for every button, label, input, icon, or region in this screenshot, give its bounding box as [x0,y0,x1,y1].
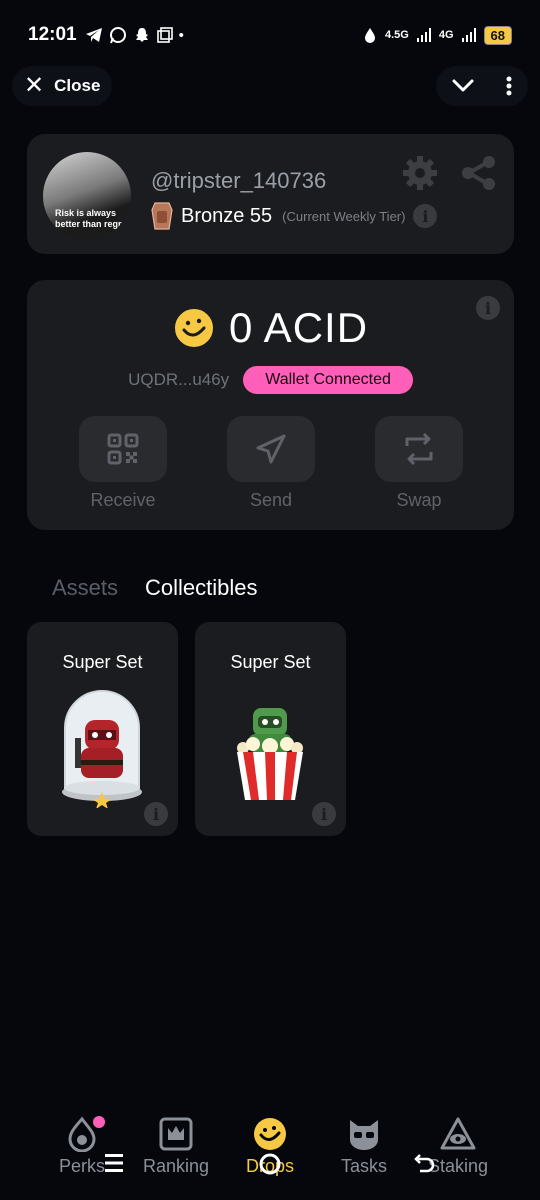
back-icon[interactable] [414,1152,436,1174]
status-bar: 12:01 • 4.5G 4G 68 [0,0,540,70]
avatar[interactable]: Risk is always better than regret [43,152,131,240]
collectible-card[interactable]: Super Set i [195,622,346,836]
gear-icon[interactable] [401,154,439,192]
send-label: Send [249,490,293,510]
telegram-icon [85,28,102,42]
top-right-controls [436,66,528,106]
send-button[interactable]: Send [227,416,315,511]
red-ninja-dome-icon [62,690,142,808]
chevron-down-icon[interactable] [452,79,474,93]
notification-dot [93,1116,105,1128]
send-icon-box [227,416,315,482]
swap-icon [405,433,433,465]
close-label: Close [54,76,101,95]
cat-mask-icon [350,1120,378,1150]
network-b-label: 4G [438,29,454,41]
notification-icons: • [85,26,184,44]
recents-icon[interactable] [104,1152,124,1174]
tab-assets[interactable]: Assets [52,575,118,601]
mini-app-topbar: ✕ Close [0,66,540,106]
wallet-card: i 0 ACID UQDR...u46y Wallet Connected Re… [27,280,514,530]
acid-coin-icon [172,307,215,349]
qr-code-icon [107,433,139,465]
network-a-label: 4.5G [384,29,409,41]
swap-label: Swap [396,490,442,510]
address-row: UQDR...u46y Wallet Connected [27,366,514,394]
avatar-caption: Risk is always better than regret [55,208,130,230]
acid-balance: 0 ACID [228,304,369,351]
collectible-info-icon[interactable]: i [144,802,168,826]
send-icon [256,434,286,464]
tier-name: Bronze 55 [181,204,273,227]
collectible-title: Super Set [62,652,143,672]
data-saver-icon [364,28,375,43]
eye-triangle-icon [440,1117,476,1150]
smiley-coin-icon [254,1118,286,1150]
username: @tripster_140736 [151,168,327,193]
receive-icon-box [79,416,167,482]
copy-icon [156,27,173,43]
receive-button[interactable]: Receive [79,416,167,511]
collectible-title: Super Set [230,652,311,672]
home-icon[interactable] [258,1152,282,1176]
signal-icon [416,28,431,42]
bronze-ticket-icon [151,202,173,230]
receive-label: Receive [90,490,156,510]
more-vertical-icon[interactable] [506,76,512,96]
asset-tabs: Assets Collectibles [52,575,258,601]
tier-info-icon[interactable]: i [413,204,438,228]
swap-icon-box [375,416,463,482]
whatsapp-icon [109,27,126,44]
close-icon: ✕ [24,72,45,99]
status-right: 4.5G 4G 68 [363,25,512,45]
crown-icon [159,1117,193,1151]
green-popcorn-icon [237,708,303,800]
battery-indicator: 68 [483,25,512,45]
wallet-address[interactable]: UQDR...u46y [128,370,229,390]
tab-collectibles[interactable]: Collectibles [145,575,258,601]
dot-icon: • [178,26,184,44]
avatar-caption-line2: better than regret [55,219,130,229]
snapchat-icon [135,28,148,42]
swap-button[interactable]: Swap [375,416,463,511]
tier-row: Bronze 55 (Current Weekly Tier) i [151,202,438,230]
tier-note: (Current Weekly Tier) [282,208,406,224]
collectible-card[interactable]: Super Set i [27,622,178,836]
collectible-info-icon[interactable]: i [312,802,336,826]
avatar-caption-line1: Risk is always [55,208,117,218]
signal-icon [461,28,476,42]
wallet-status-badge[interactable]: Wallet Connected [243,366,413,394]
balance-row: 0 ACID [27,304,514,352]
share-icon[interactable] [459,154,497,192]
close-button[interactable]: ✕ Close [12,66,113,106]
profile-card: Risk is always better than regret @trips… [27,134,514,254]
system-nav-bar [0,1152,540,1188]
status-time: 12:01 [28,24,77,45]
